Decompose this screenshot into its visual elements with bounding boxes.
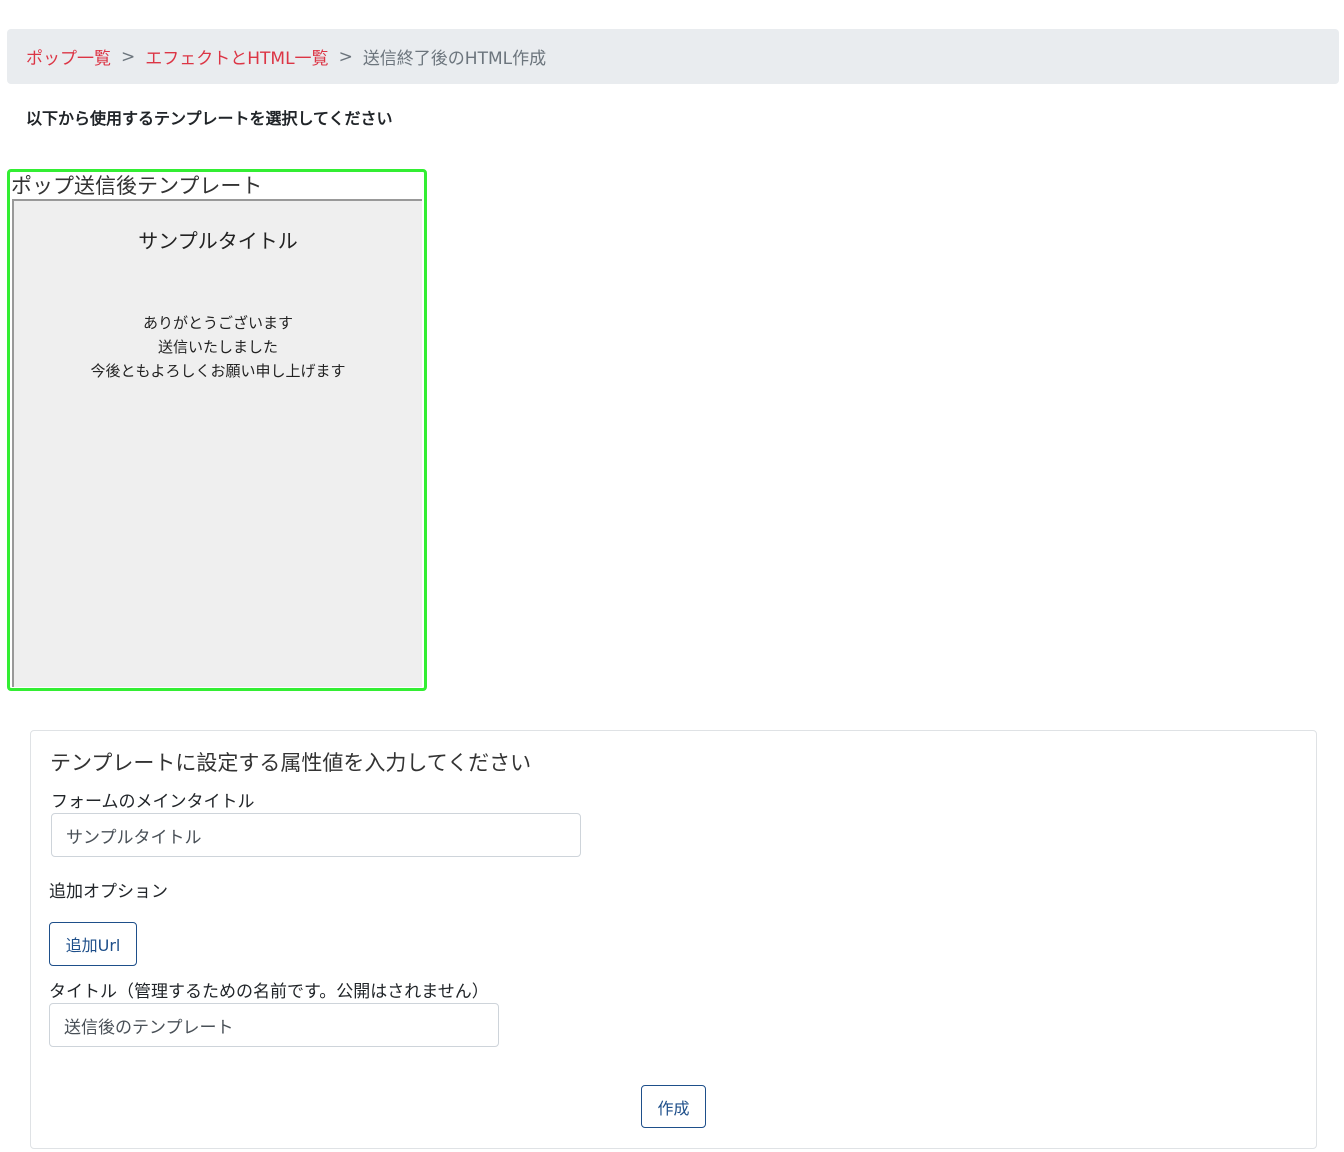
management-title-label: タイトル（管理するための名前です。公開はされません） (49, 982, 489, 1002)
preview-message-line: 今後ともよろしくお願い申し上げます (90, 362, 346, 380)
template-preview: サンプルタイトル ありがとうございます 送信いたしました 今後ともよろしくお願い… (12, 199, 422, 687)
preview-message-line: ありがとうございます (142, 314, 293, 332)
preview-message-line: 送信いたしました (157, 338, 278, 356)
breadcrumb-separator: > (121, 46, 136, 67)
template-card-title: ポップ送信後テンプレート (11, 174, 263, 198)
create-button[interactable]: 作成 (641, 1085, 706, 1128)
breadcrumb-separator: > (338, 46, 353, 67)
form-heading: テンプレートに設定する属性値を入力してください (50, 751, 532, 775)
breadcrumb-link-effect-html-list[interactable]: エフェクトとHTML一覧 (145, 44, 328, 69)
template-card-selected[interactable]: ポップ送信後テンプレート サンプルタイトル ありがとうございます 送信いたしまし… (7, 169, 427, 691)
attribute-form-panel: テンプレートに設定する属性値を入力してください フォームのメインタイトル 追加オ… (30, 730, 1317, 1149)
preview-title: サンプルタイトル (138, 229, 298, 253)
breadcrumb-link-pop-list[interactable]: ポップ一覧 (26, 44, 111, 69)
breadcrumb: ポップ一覧 > エフェクトとHTML一覧 > 送信終了後のHTML作成 (7, 29, 1339, 84)
page-instruction: 以下から使用するテンプレートを選択してください (26, 109, 393, 128)
preview-message: ありがとうございます 送信いたしました 今後ともよろしくお願い申し上げます (14, 311, 422, 383)
add-url-button[interactable]: 追加Url (49, 922, 137, 966)
options-label: 追加オプション (49, 882, 168, 902)
main-title-label: フォームのメインタイトル (51, 792, 255, 812)
main-title-input[interactable] (51, 813, 581, 857)
breadcrumb-current-page: 送信終了後のHTML作成 (362, 49, 547, 69)
management-title-input[interactable] (49, 1003, 499, 1047)
